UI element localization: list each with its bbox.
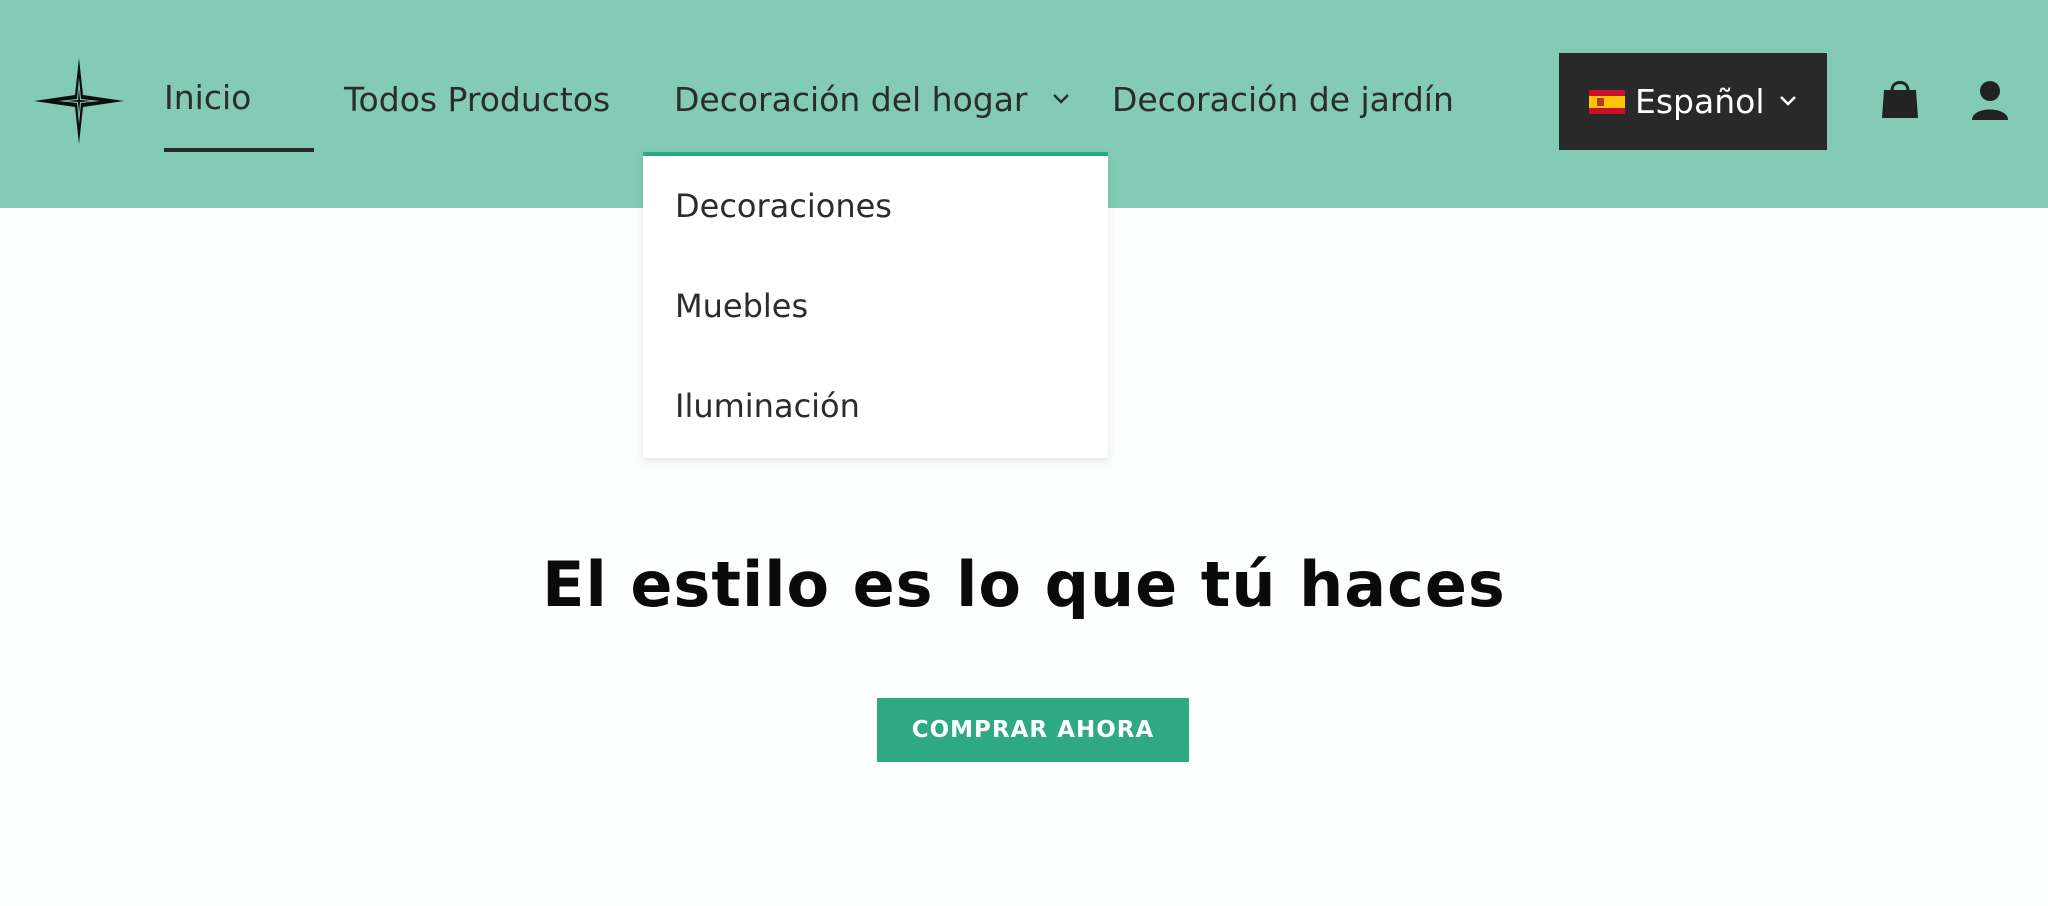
spain-flag-icon (1589, 90, 1625, 114)
nav-todos-productos-label: Todos Productos (344, 80, 611, 119)
language-label: Español (1635, 82, 1765, 121)
dropdown-item-muebles[interactable]: Muebles (675, 276, 808, 336)
active-nav-underline (164, 148, 314, 152)
comprar-ahora-button[interactable]: COMPRAR AHORA (877, 698, 1189, 762)
chevron-down-icon (1780, 96, 1796, 106)
chevron-down-icon (1053, 93, 1069, 104)
nav-todos-productos[interactable]: Todos Productos (344, 70, 610, 130)
nav-inicio[interactable]: Inicio (164, 68, 251, 152)
user-icon[interactable] (1970, 80, 2010, 120)
dropdown-decoracion-hogar: Decoraciones Muebles Iluminación (643, 152, 1108, 458)
nav-inicio-label: Inicio (164, 78, 252, 117)
nav-decoracion-hogar[interactable]: Decoración del hogar (674, 70, 1070, 130)
flag-crest (1597, 98, 1604, 106)
logo-star-icon[interactable] (34, 58, 124, 144)
nav-decoracion-hogar-label: Decoración del hogar (674, 80, 1028, 119)
nav-decoracion-jardin[interactable]: Decoración de jardín (1112, 70, 1454, 130)
hero-title: El estilo es lo que tú haces (542, 548, 1506, 621)
nav-decoracion-jardin-label: Decoración de jardín (1112, 80, 1454, 119)
dropdown-item-decoraciones[interactable]: Decoraciones (675, 176, 892, 236)
shopping-bag-icon[interactable] (1880, 76, 1920, 120)
language-selector[interactable]: Español (1559, 53, 1827, 150)
dropdown-item-iluminacion[interactable]: Iluminación (675, 376, 860, 436)
